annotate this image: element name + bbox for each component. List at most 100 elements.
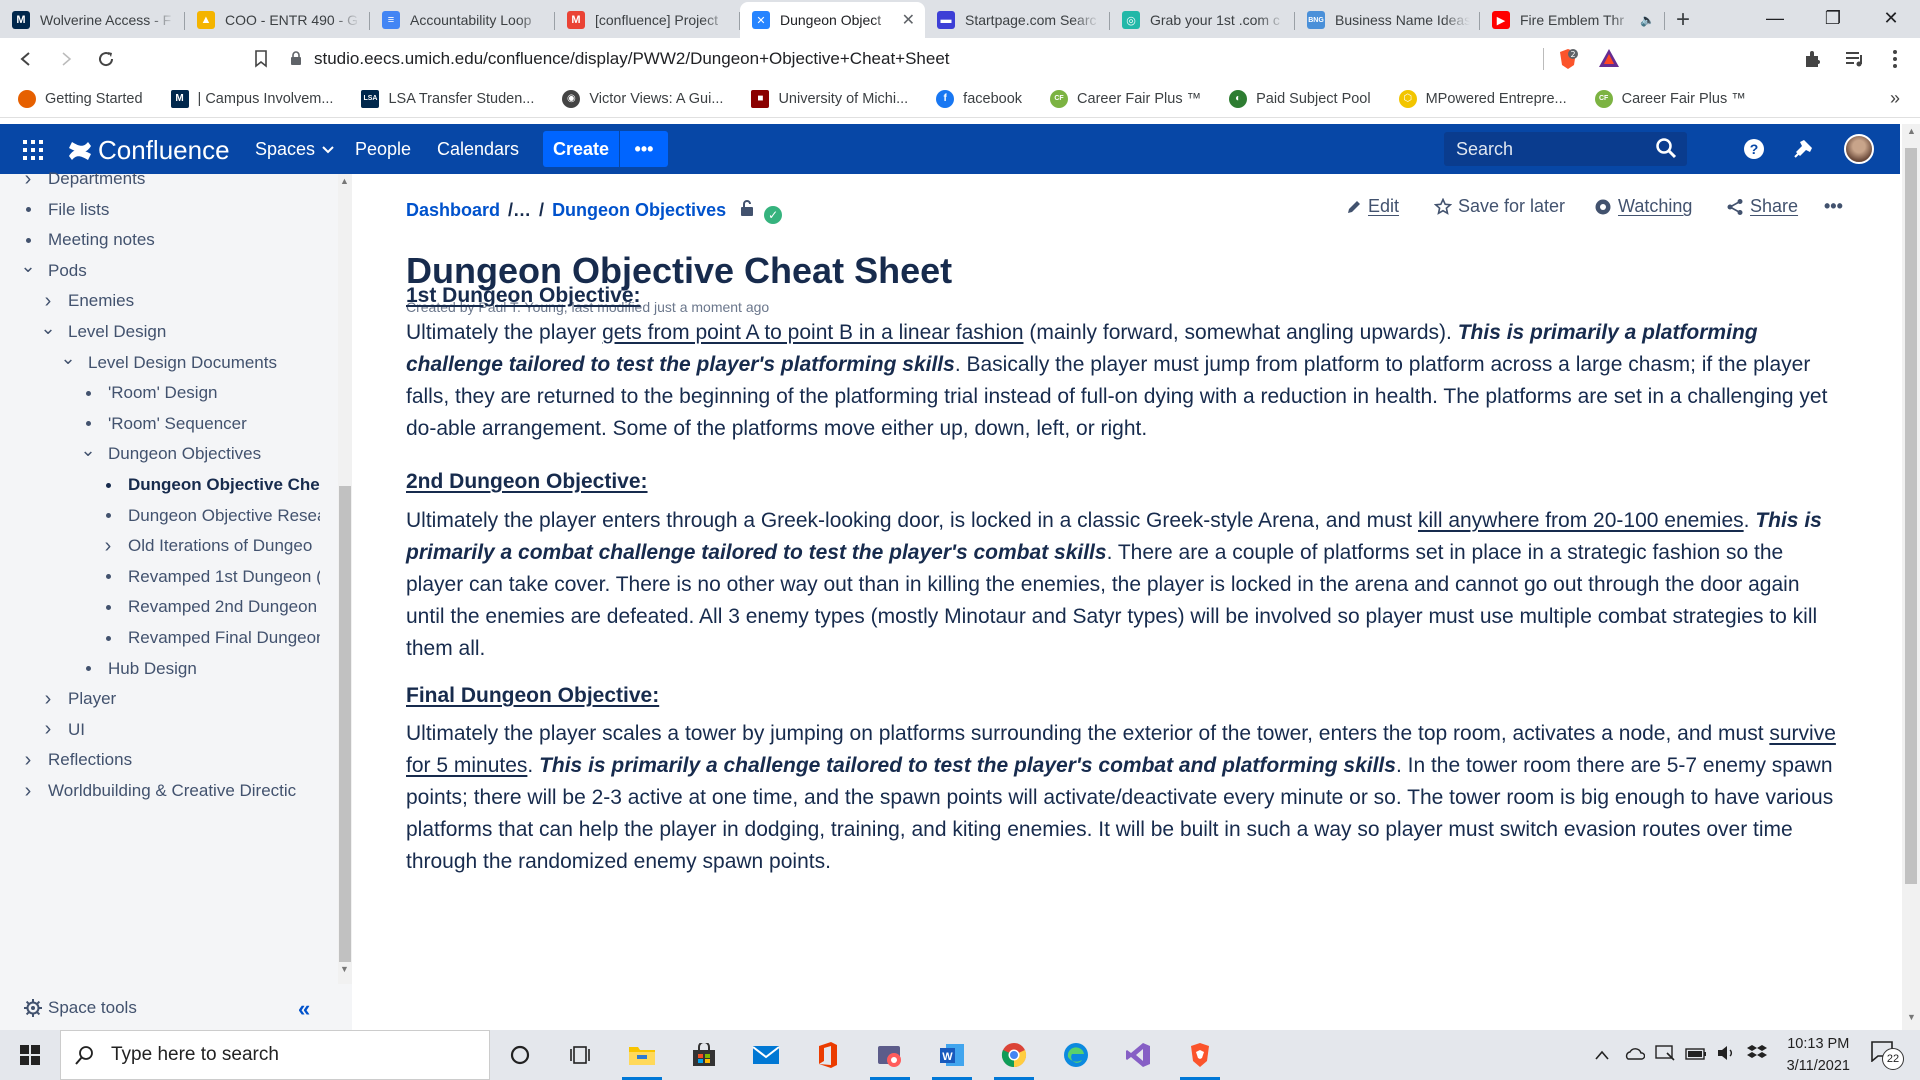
browser-tab[interactable]: BNG Business Name Ideas bbox=[1295, 2, 1480, 38]
create-more-button[interactable]: ••• bbox=[619, 131, 668, 167]
close-tab-icon[interactable]: ✕ bbox=[902, 10, 915, 30]
media-playlist-icon[interactable] bbox=[1842, 46, 1868, 72]
brave-rewards-icon[interactable] bbox=[1598, 47, 1620, 74]
share-button[interactable]: Share bbox=[1726, 196, 1798, 217]
tab-audio-icon[interactable]: 🔈 bbox=[1640, 13, 1655, 27]
onedrive-icon[interactable] bbox=[1623, 1046, 1645, 1064]
breadcrumb-dungeon-objectives[interactable]: Dungeon Objectives bbox=[552, 200, 726, 221]
word-icon[interactable]: W bbox=[922, 1030, 982, 1080]
chevron-right-icon[interactable]: › bbox=[18, 780, 38, 803]
sidebar-item[interactable]: ⌄ Pods bbox=[18, 256, 320, 286]
sidebar-item[interactable]: ⌄ Level Design Documents bbox=[58, 348, 320, 378]
address-bar[interactable]: studio.eecs.umich.edu/confluence/display… bbox=[290, 43, 1590, 75]
browser-tab[interactable]: ▶ Fire Emblem Thr 🔈 bbox=[1480, 2, 1665, 38]
bookmark-item[interactable]: ■ University of Michi... bbox=[751, 89, 908, 108]
action-center-button[interactable]: 22 bbox=[1870, 1040, 1904, 1070]
show-hidden-icons-icon[interactable] bbox=[1594, 1047, 1609, 1064]
save-for-later-button[interactable]: Save for later bbox=[1434, 196, 1565, 217]
sidebar-item[interactable]: › Worldbuilding & Creative Directic bbox=[18, 776, 320, 806]
dropbox-icon[interactable] bbox=[1746, 1044, 1767, 1066]
chevron-right-icon[interactable]: › bbox=[38, 688, 58, 711]
bookmark-item[interactable]: ◐ Paid Subject Pool bbox=[1229, 89, 1371, 108]
scroll-up-icon[interactable]: ▲ bbox=[340, 176, 349, 186]
chevron-right-icon[interactable]: › bbox=[38, 290, 58, 313]
notifications-icon[interactable] bbox=[1790, 136, 1816, 162]
sidebar-scroll-thumb[interactable] bbox=[339, 486, 351, 962]
confluence-logo[interactable]: Confluence bbox=[68, 135, 230, 166]
calendars-link[interactable]: Calendars bbox=[437, 139, 519, 160]
photos-app-icon[interactable] bbox=[860, 1030, 920, 1080]
bookmark-item[interactable]: ⬡ MPowered Entrepre... bbox=[1398, 89, 1567, 108]
chevron-down-icon[interactable]: ⌄ bbox=[78, 440, 98, 461]
menu-kebab-icon[interactable] bbox=[1882, 46, 1908, 72]
file-explorer-icon[interactable] bbox=[612, 1030, 672, 1080]
edge-icon[interactable] bbox=[1046, 1030, 1106, 1080]
office-icon[interactable] bbox=[798, 1030, 858, 1080]
brave-shields-icon[interactable]: 2 bbox=[1556, 47, 1580, 76]
sidebar-item[interactable]: 'Room' Design bbox=[78, 378, 320, 408]
bookmark-item[interactable]: LSA LSA Transfer Studen... bbox=[361, 89, 534, 108]
watching-button[interactable]: Watching bbox=[1594, 196, 1692, 217]
bookmark-page-icon[interactable] bbox=[241, 41, 281, 77]
bookmark-item[interactable]: CF Career Fair Plus ™ bbox=[1594, 89, 1746, 108]
browser-tab[interactable]: M [confluence] Project bbox=[555, 2, 740, 38]
bookmark-item[interactable]: f facebook bbox=[936, 89, 1022, 108]
minimize-button[interactable]: — bbox=[1746, 0, 1804, 36]
sidebar-item[interactable]: Hub Design bbox=[78, 654, 320, 684]
chevron-right-icon[interactable]: › bbox=[18, 749, 38, 772]
new-tab-button[interactable]: + bbox=[1665, 2, 1701, 38]
edit-button[interactable]: Edit bbox=[1346, 196, 1399, 217]
browser-tab[interactable]: ▬ Startpage.com Searc bbox=[925, 2, 1110, 38]
sidebar-item[interactable]: › Reflections bbox=[18, 745, 320, 775]
chevron-down-icon[interactable]: ⌄ bbox=[58, 348, 78, 369]
chevron-down-icon[interactable]: ⌄ bbox=[38, 318, 58, 339]
chevron-right-icon[interactable]: › bbox=[18, 168, 38, 191]
breadcrumb-dashboard[interactable]: Dashboard bbox=[406, 200, 500, 221]
collapse-sidebar-icon[interactable]: « bbox=[298, 996, 310, 1022]
visual-studio-icon[interactable] bbox=[1108, 1030, 1168, 1080]
sidebar-item[interactable]: › Player bbox=[38, 684, 320, 714]
sidebar-item[interactable]: › UI bbox=[38, 715, 320, 745]
forward-button[interactable] bbox=[46, 41, 86, 77]
create-button[interactable]: Create bbox=[543, 139, 619, 160]
bookmark-item[interactable]: ◉ Victor Views: A Gui... bbox=[562, 89, 723, 108]
back-button[interactable] bbox=[6, 41, 46, 77]
browser-tab[interactable]: ◎ Grab your 1st .com c bbox=[1110, 2, 1295, 38]
microsoft-store-icon[interactable] bbox=[674, 1030, 734, 1080]
restore-button[interactable]: ❐ bbox=[1804, 0, 1862, 36]
volume-icon[interactable] bbox=[1717, 1045, 1735, 1065]
scroll-down-icon[interactable]: ▼ bbox=[340, 964, 349, 974]
bookmarks-overflow-icon[interactable]: » bbox=[1890, 88, 1900, 109]
chevron-down-icon[interactable]: ⌄ bbox=[18, 256, 38, 277]
bookmark-item[interactable]: Getting Started bbox=[18, 89, 143, 108]
brave-browser-icon[interactable] bbox=[1170, 1030, 1230, 1080]
cortana-icon[interactable] bbox=[490, 1030, 550, 1080]
chevron-right-icon[interactable]: › bbox=[98, 535, 118, 558]
more-actions-button[interactable]: ••• bbox=[1824, 196, 1843, 217]
browser-tab[interactable]: ▲ COO - ENTR 490 - G bbox=[185, 2, 370, 38]
bookmark-item[interactable]: CF Career Fair Plus ™ bbox=[1050, 89, 1201, 108]
sidebar-item[interactable]: Dungeon Objective Resea bbox=[98, 501, 320, 531]
scroll-down-icon[interactable]: ▼ bbox=[1907, 1012, 1916, 1022]
spaces-menu[interactable]: Spaces bbox=[255, 139, 334, 160]
search-input[interactable]: Search bbox=[1444, 132, 1687, 166]
battery-icon[interactable] bbox=[1684, 1047, 1707, 1064]
sidebar-item[interactable]: Revamped 1st Dungeon ( bbox=[98, 562, 320, 592]
reload-button[interactable] bbox=[86, 41, 126, 77]
sidebar-item[interactable]: › Enemies bbox=[38, 286, 320, 316]
task-view-icon[interactable] bbox=[550, 1030, 610, 1080]
sidebar-item[interactable]: ⌄ Dungeon Objectives bbox=[78, 439, 320, 469]
taskbar-search-input[interactable]: Type here to search bbox=[60, 1030, 490, 1080]
taskbar-clock[interactable]: 10:13 PM 3/11/2021 bbox=[1787, 1033, 1850, 1077]
space-tools-button[interactable]: Space tools bbox=[24, 998, 137, 1018]
browser-tab[interactable]: M Wolverine Access - F bbox=[0, 2, 185, 38]
windows-start-button[interactable] bbox=[0, 1030, 60, 1080]
page-scroll-thumb[interactable] bbox=[1905, 148, 1917, 884]
sidebar-item[interactable]: 'Room' Sequencer bbox=[78, 409, 320, 439]
extensions-icon[interactable] bbox=[1800, 46, 1826, 72]
sidebar-item[interactable]: File lists bbox=[18, 195, 320, 225]
bookmark-item[interactable]: M | Campus Involvem... bbox=[170, 89, 333, 108]
close-window-button[interactable]: ✕ bbox=[1862, 0, 1920, 36]
sidebar-item[interactable]: › Departments bbox=[18, 164, 320, 194]
sidebar-item[interactable]: Revamped Final Dungeon bbox=[98, 623, 320, 653]
